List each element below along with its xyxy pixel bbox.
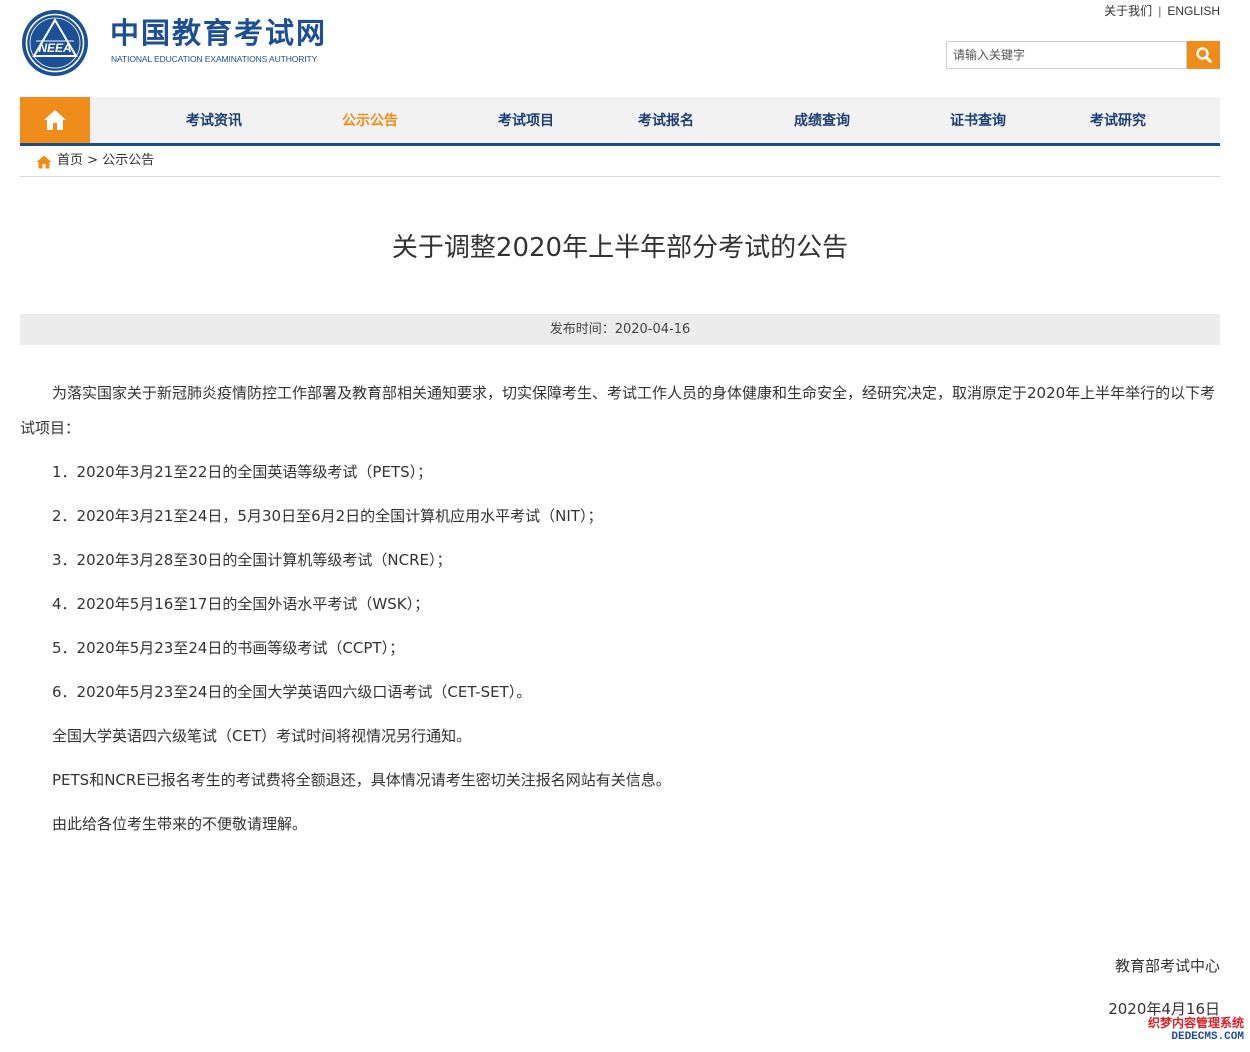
neea-emblem-icon: NEEA [22, 10, 88, 76]
list-item: 5．2020年5月23至24日的书画等级考试（CCPT）； [52, 639, 405, 657]
signature-org: 教育部考试中心 [1114, 957, 1220, 975]
nav-item-score-query[interactable]: 成绩查询 [794, 97, 850, 143]
home-icon [44, 110, 66, 130]
nav-item-registration[interactable]: 考试报名 [638, 97, 694, 143]
search-icon [1195, 47, 1212, 63]
nav-item-exam-news[interactable]: 考试资讯 [186, 97, 242, 143]
nav-item-certificate-query[interactable]: 证书查询 [950, 97, 1006, 143]
main-nav: 考试资讯 公示公告 考试项目 考试报名 成绩查询 证书查询 考试研究 [20, 97, 1220, 146]
nav-item-exam-programs[interactable]: 考试项目 [498, 97, 554, 143]
breadcrumb-home-link[interactable]: 首页 [57, 153, 83, 168]
breadcrumb-home-icon [36, 155, 52, 169]
search-input[interactable] [946, 41, 1187, 69]
article-note: 全国大学英语四六级笔试（CET）考试时间将视情况另行通知。 [52, 727, 472, 745]
article-note: PETS和NCRE已报名考生的考试费将全额退还，具体情况请考生密切关注报名网站有… [52, 771, 671, 789]
article-note: 由此给各位考生带来的不便敬请理解。 [52, 815, 308, 833]
publish-date-bar: 发布时间：2020-04-16 [20, 314, 1220, 345]
list-item: 3．2020年3月28至30日的全国计算机等级考试（NCRE）； [52, 551, 452, 569]
article-title: 关于调整2020年上半年部分考试的公告 [391, 233, 849, 263]
article-body: 为落实国家关于新冠肺炎疫情防控工作部署及教育部相关通知要求，切实保障考生、考试工… [20, 376, 1216, 842]
top-links: 关于我们 | ENGLISH [1104, 3, 1220, 19]
english-link[interactable]: ENGLISH [1167, 4, 1220, 18]
article-intro: 为落实国家关于新冠肺炎疫情防控工作部署及教育部相关通知要求，切实保障考生、考试工… [20, 384, 1216, 437]
emblem-text: NEEA [38, 41, 71, 55]
breadcrumb-current-link[interactable]: 公示公告 [102, 153, 154, 168]
top-links-separator: | [1158, 4, 1162, 18]
site-name-cn: 中国教育考试网 [110, 16, 328, 50]
site-name-en: NATIONAL EDUCATION EXAMINATIONS AUTHORIT… [111, 54, 318, 64]
watermark-line2: DEDECMS.COM [1171, 1031, 1244, 1043]
list-item: 4．2020年5月16至17日的全国外语水平考试（WSK）； [52, 595, 430, 613]
watermark: 织梦内容管理系统 DEDECMS.COM [1148, 1016, 1244, 1044]
nav-item-exam-research[interactable]: 考试研究 [1090, 97, 1146, 143]
search-button[interactable] [1187, 41, 1220, 69]
list-item: 2．2020年3月21至24日，5月30日至6月2日的全国计算机应用水平考试（N… [52, 507, 603, 525]
publish-date: 发布时间：2020-04-16 [549, 322, 691, 337]
about-us-link[interactable]: 关于我们 [1104, 4, 1152, 18]
breadcrumb: 首页 > 公示公告 [20, 150, 1220, 177]
list-item: 6．2020年5月23至24日的全国大学英语四六级口语考试（CET-SET）。 [52, 683, 532, 701]
nav-item-announcements[interactable]: 公示公告 [342, 97, 398, 143]
breadcrumb-separator: > [87, 153, 99, 168]
list-item: 1．2020年3月21至22日的全国英语等级考试（PETS）； [52, 463, 433, 481]
nav-home-button[interactable] [20, 97, 90, 143]
watermark-line1: 织梦内容管理系统 [1147, 1016, 1244, 1030]
